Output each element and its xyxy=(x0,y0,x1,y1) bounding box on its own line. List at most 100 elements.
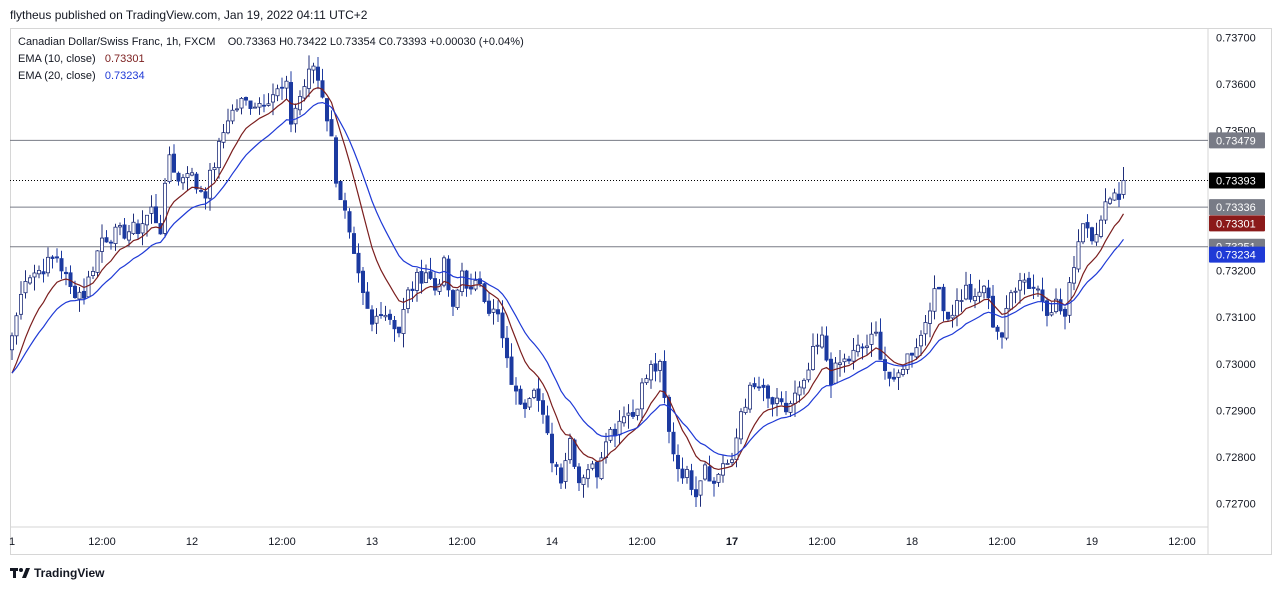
candle[interactable] xyxy=(1117,182,1122,207)
candle[interactable] xyxy=(590,460,595,471)
candle[interactable] xyxy=(770,396,775,417)
candle[interactable] xyxy=(504,325,509,368)
candle[interactable] xyxy=(626,404,631,429)
candle[interactable] xyxy=(1121,166,1126,199)
candle[interactable] xyxy=(802,378,807,395)
candle[interactable] xyxy=(703,462,708,481)
candle[interactable] xyxy=(450,289,455,317)
candle[interactable] xyxy=(941,283,946,322)
candle[interactable] xyxy=(100,224,105,263)
candle[interactable] xyxy=(356,243,361,283)
candle[interactable] xyxy=(1009,289,1014,310)
ema20-label[interactable]: EMA (20, close) xyxy=(18,70,96,82)
candle[interactable] xyxy=(64,266,69,286)
candle[interactable] xyxy=(752,377,757,390)
candle[interactable] xyxy=(694,476,699,508)
candle[interactable] xyxy=(968,273,973,303)
candle[interactable] xyxy=(225,108,230,135)
candle[interactable] xyxy=(122,218,127,240)
candle[interactable] xyxy=(1018,272,1023,304)
candle[interactable] xyxy=(865,334,870,356)
candle[interactable] xyxy=(527,397,532,411)
candle[interactable] xyxy=(541,393,546,424)
candle[interactable] xyxy=(676,444,681,482)
candle[interactable] xyxy=(41,258,46,283)
candle[interactable] xyxy=(739,408,744,445)
candle[interactable] xyxy=(1103,188,1108,225)
candle[interactable] xyxy=(27,274,32,285)
candle[interactable] xyxy=(1004,295,1009,341)
candle[interactable] xyxy=(50,255,55,269)
candle[interactable] xyxy=(757,376,762,391)
candle[interactable] xyxy=(396,326,401,338)
candle[interactable] xyxy=(473,271,478,292)
candle[interactable] xyxy=(842,353,847,373)
candle[interactable] xyxy=(815,333,820,355)
candle[interactable] xyxy=(365,282,370,309)
candle[interactable] xyxy=(586,464,591,488)
candle[interactable] xyxy=(806,362,811,383)
candle[interactable] xyxy=(982,285,987,299)
candle[interactable] xyxy=(171,144,176,173)
candle[interactable] xyxy=(716,473,721,487)
tradingview-logo-icon[interactable] xyxy=(10,567,30,579)
candle[interactable] xyxy=(793,380,798,417)
candle[interactable] xyxy=(937,286,942,290)
candle[interactable] xyxy=(514,377,519,405)
candle[interactable] xyxy=(743,398,748,415)
candle[interactable] xyxy=(432,272,437,296)
candle[interactable] xyxy=(874,321,879,337)
candle[interactable] xyxy=(599,451,604,481)
candle[interactable] xyxy=(662,350,667,404)
candle[interactable] xyxy=(820,326,825,349)
candle[interactable] xyxy=(414,268,419,302)
candle[interactable] xyxy=(486,291,491,317)
candle[interactable] xyxy=(32,264,37,291)
candle[interactable] xyxy=(536,377,541,412)
candle[interactable] xyxy=(1072,256,1077,291)
candle[interactable] xyxy=(1036,285,1041,297)
candle[interactable] xyxy=(581,474,586,498)
candle[interactable] xyxy=(671,422,676,462)
candle[interactable] xyxy=(919,330,924,356)
candle[interactable] xyxy=(167,146,172,184)
candle[interactable] xyxy=(653,352,658,382)
candle[interactable] xyxy=(532,388,537,400)
candle[interactable] xyxy=(811,333,816,371)
candle[interactable] xyxy=(342,192,347,219)
candle[interactable] xyxy=(1076,229,1081,273)
candle[interactable] xyxy=(351,226,356,254)
candle[interactable] xyxy=(18,281,23,320)
candle[interactable] xyxy=(784,391,789,415)
candle[interactable] xyxy=(640,378,645,421)
candle[interactable] xyxy=(419,259,424,294)
candle[interactable] xyxy=(153,194,158,224)
candle[interactable] xyxy=(162,178,167,238)
candle[interactable] xyxy=(135,219,140,240)
candle[interactable] xyxy=(82,278,87,305)
candle[interactable] xyxy=(221,124,226,149)
candle[interactable] xyxy=(1013,287,1018,304)
candle[interactable] xyxy=(595,461,600,489)
candle[interactable] xyxy=(369,305,374,332)
candle[interactable] xyxy=(360,266,365,305)
candle[interactable] xyxy=(275,84,280,102)
candle[interactable] xyxy=(423,264,428,284)
candle[interactable] xyxy=(991,285,996,329)
candle[interactable] xyxy=(464,269,469,297)
candle[interactable] xyxy=(243,96,248,106)
candle[interactable] xyxy=(248,100,253,115)
candle[interactable] xyxy=(878,318,883,360)
candle[interactable] xyxy=(252,102,257,109)
candle[interactable] xyxy=(847,355,852,365)
candle[interactable] xyxy=(401,297,406,348)
candle[interactable] xyxy=(378,302,383,319)
candle[interactable] xyxy=(509,343,514,385)
candle[interactable] xyxy=(559,463,564,490)
candle[interactable] xyxy=(523,399,528,418)
candle[interactable] xyxy=(689,463,694,496)
candle[interactable] xyxy=(829,352,834,399)
candle[interactable] xyxy=(234,99,239,113)
candle[interactable] xyxy=(104,230,109,243)
candle[interactable] xyxy=(914,338,919,360)
